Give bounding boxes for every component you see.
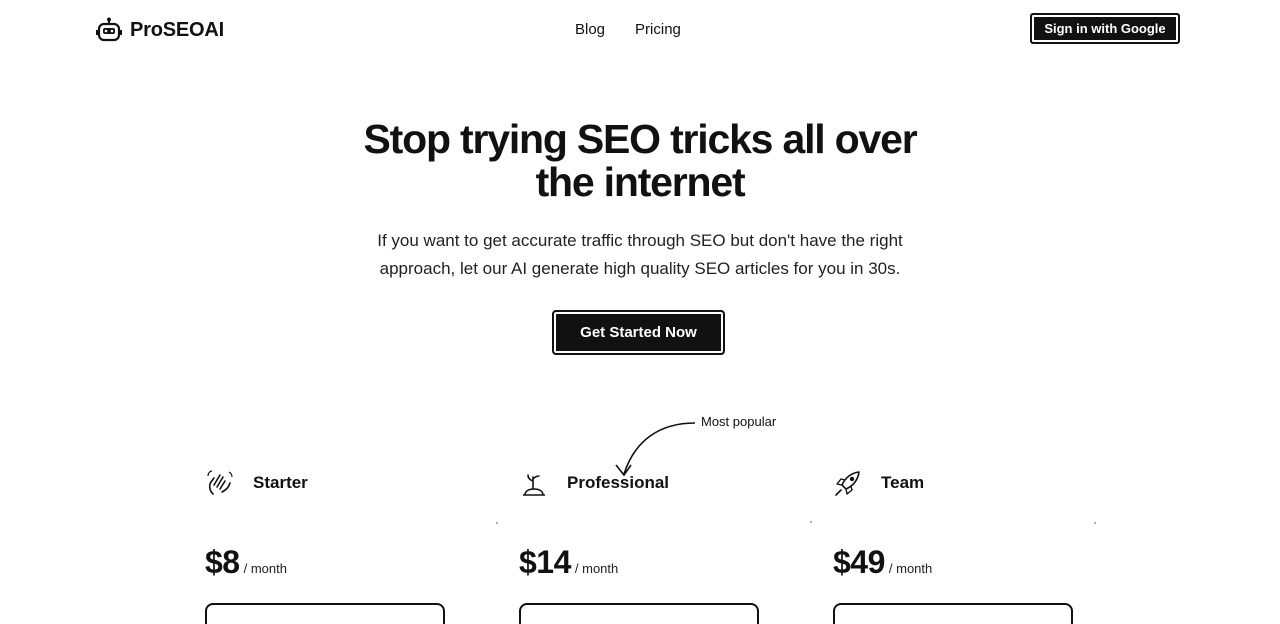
most-popular-label: Most popular xyxy=(701,414,777,429)
divider-dot xyxy=(496,522,498,524)
hero-title-line-1: Stop trying SEO tricks all over xyxy=(363,116,918,162)
get-started-button[interactable]: Get Started Now xyxy=(552,310,725,355)
plan-name: Team xyxy=(881,473,925,492)
price-period: / month xyxy=(888,561,933,576)
seedling-icon xyxy=(523,474,545,496)
price-amount: $14 xyxy=(519,544,571,580)
rocket-icon xyxy=(835,471,860,496)
main-nav: Blog Pricing xyxy=(575,21,681,38)
plan-header: Starter xyxy=(205,468,308,498)
nav-pricing[interactable]: Pricing xyxy=(635,21,681,38)
brand-link[interactable]: ProSEOAI xyxy=(96,16,224,44)
plan-price: $14 / month xyxy=(519,544,618,581)
price-period: / month xyxy=(243,561,287,576)
divider-dot xyxy=(810,521,812,523)
hero-subtitle: If you want to get accurate traffic thro… xyxy=(340,227,940,283)
plan-card-professional: Professional $14 / month xyxy=(519,468,779,624)
price-amount: $49 xyxy=(833,544,885,580)
divider-dot xyxy=(1094,522,1096,524)
landing-page: ProSEOAI Blog Pricing Sign in with Googl… xyxy=(0,0,1280,624)
sign-in-google-button[interactable]: Sign in with Google xyxy=(1030,13,1180,44)
hero-subtitle-line-1: If you want to get accurate traffic thro… xyxy=(377,231,903,250)
plan-select-button[interactable] xyxy=(205,603,445,624)
waving-hand-icon xyxy=(207,470,233,495)
plan-select-button[interactable] xyxy=(833,603,1073,624)
hero-title: Stop trying SEO tricks all over the inte… xyxy=(290,118,990,204)
brand-name: ProSEOAI xyxy=(130,18,224,41)
robot-icon xyxy=(96,17,122,42)
price-amount: $8 xyxy=(205,544,240,580)
plan-price: $49 / month xyxy=(833,544,932,581)
site-header: ProSEOAI Blog Pricing Sign in with Googl… xyxy=(0,0,1280,60)
plan-name: Professional xyxy=(567,473,670,492)
nav-blog[interactable]: Blog xyxy=(575,21,605,38)
plan-header: Professional xyxy=(519,468,669,498)
price-period: / month xyxy=(574,561,619,576)
plan-name: Starter xyxy=(253,473,308,492)
hero-title-line-2: the internet xyxy=(535,159,746,205)
hero-subtitle-line-2: approach, let our AI generate high quali… xyxy=(379,259,901,278)
plan-select-button[interactable] xyxy=(519,603,759,624)
plan-card-starter: Starter $8 / month xyxy=(205,468,465,624)
plan-card-team: Team $49 / month xyxy=(833,468,1093,624)
plan-price: $8 / month xyxy=(205,544,287,581)
plan-header: Team xyxy=(833,468,924,498)
